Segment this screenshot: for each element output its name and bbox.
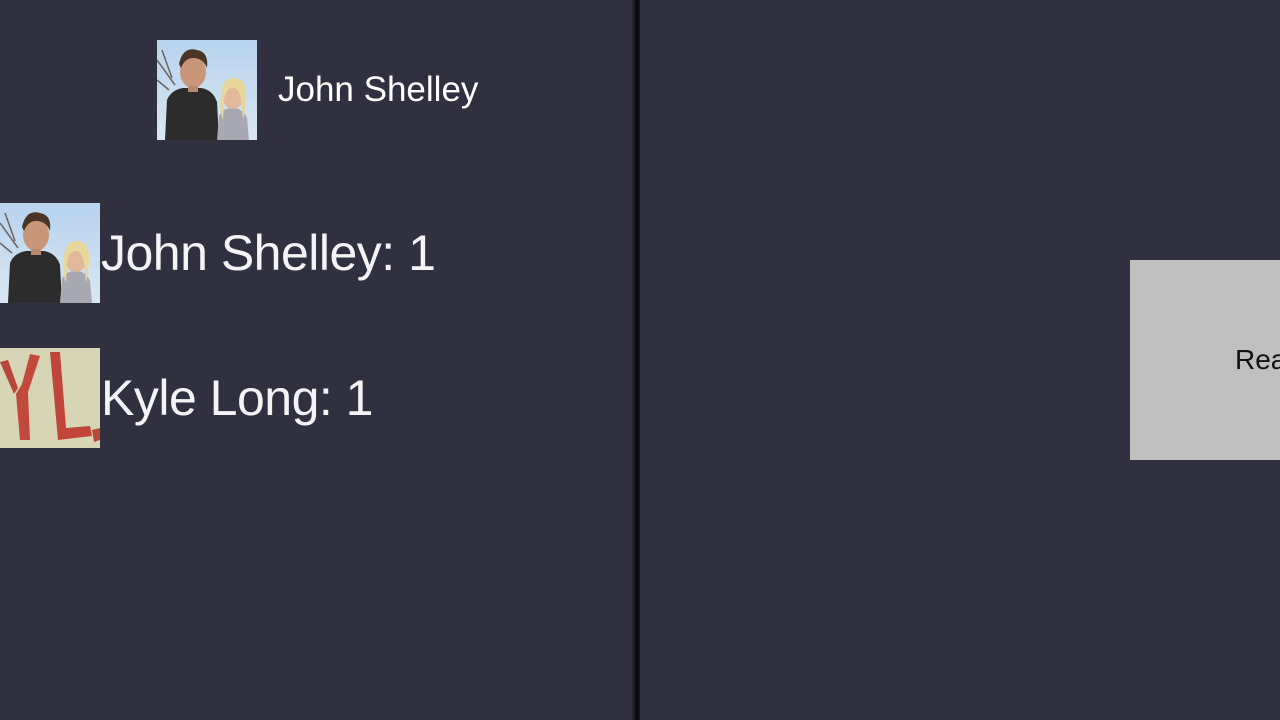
app-screen: John Shelley John Shelley: 1 Kyle Long: … <box>0 0 1280 720</box>
score-label-kyle-long: Kyle Long: 1 <box>101 370 373 426</box>
yl-letters-photo-icon <box>0 348 100 448</box>
couple-photo-icon <box>157 40 257 140</box>
score-label-john-shelley: John Shelley: 1 <box>101 225 436 281</box>
score-avatar-kyle-long <box>0 348 100 448</box>
score-row-john-shelley: John Shelley: 1 <box>0 203 436 303</box>
ready-button-label: Rea <box>1235 344 1280 375</box>
current-user-header: John Shelley <box>157 40 478 140</box>
ready-button[interactable]: Rea <box>1130 260 1280 460</box>
score-row-kyle-long: Kyle Long: 1 <box>0 348 373 448</box>
couple-photo-icon <box>0 203 100 303</box>
current-user-name: John Shelley <box>278 70 479 109</box>
scoreboard-panel: John Shelley John Shelley: 1 Kyle Long: … <box>0 0 636 720</box>
current-user-avatar <box>157 40 257 140</box>
panel-divider <box>632 0 640 720</box>
game-panel: Rea <box>640 0 1280 720</box>
score-avatar-john-shelley <box>0 203 100 303</box>
